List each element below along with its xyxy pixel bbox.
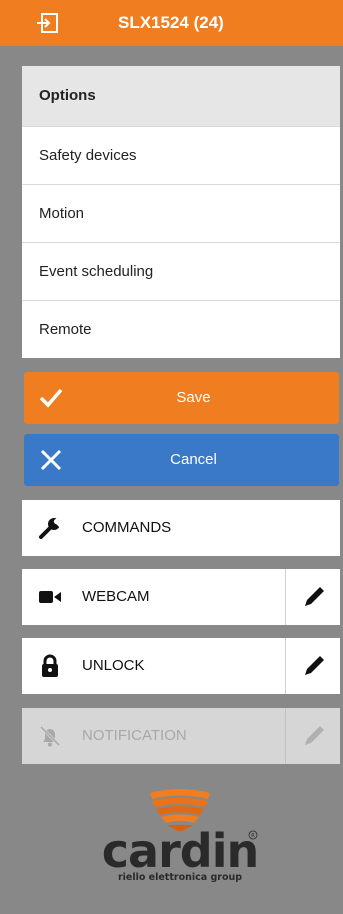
app-header: SLX1524 (24) [0,0,343,46]
menu-item-remote[interactable]: Remote [22,300,340,358]
notification-row: NOTIFICATION [22,708,340,764]
unlock-row: UNLOCK [22,638,340,694]
cancel-label: Cancel [170,451,217,468]
wrench-icon [38,516,63,540]
exit-icon[interactable] [36,11,60,35]
save-button[interactable]: Save [24,372,339,424]
pencil-icon [305,726,324,745]
lock-icon [38,654,62,678]
pencil-icon [305,587,324,606]
notification-edit-button[interactable] [285,708,340,764]
save-label: Save [176,389,211,406]
webcam-label[interactable]: WEBCAM [82,569,150,625]
page-title: SLX1524 (24) [118,13,224,32]
commands-button[interactable]: COMMANDS [22,500,340,556]
menu-item-safety-devices[interactable]: Safety devices [22,126,340,184]
menu-item-event-scheduling[interactable]: Event scheduling [22,242,340,300]
notification-label[interactable]: NOTIFICATION [82,708,187,764]
webcam-row: WEBCAM [22,569,340,625]
unlock-edit-button[interactable] [285,638,340,694]
svg-text:riello elettronica group: riello elettronica group [118,872,242,883]
webcam-edit-button[interactable] [285,569,340,625]
menu-header-options: Options [22,66,340,126]
menu-item-motion[interactable]: Motion [22,184,340,242]
svg-text:cardin: cardin [102,824,258,878]
cardin-logo: cardin R riello elettronica group [60,785,300,885]
svg-text:R: R [251,833,255,839]
video-camera-icon [38,585,62,609]
unlock-label[interactable]: UNLOCK [82,638,145,694]
pencil-icon [305,656,324,675]
commands-label: COMMANDS [82,519,172,536]
bell-muted-icon [38,724,62,748]
options-menu: Options Safety devices Motion Event sche… [22,66,340,358]
cancel-button[interactable]: Cancel [24,434,339,486]
